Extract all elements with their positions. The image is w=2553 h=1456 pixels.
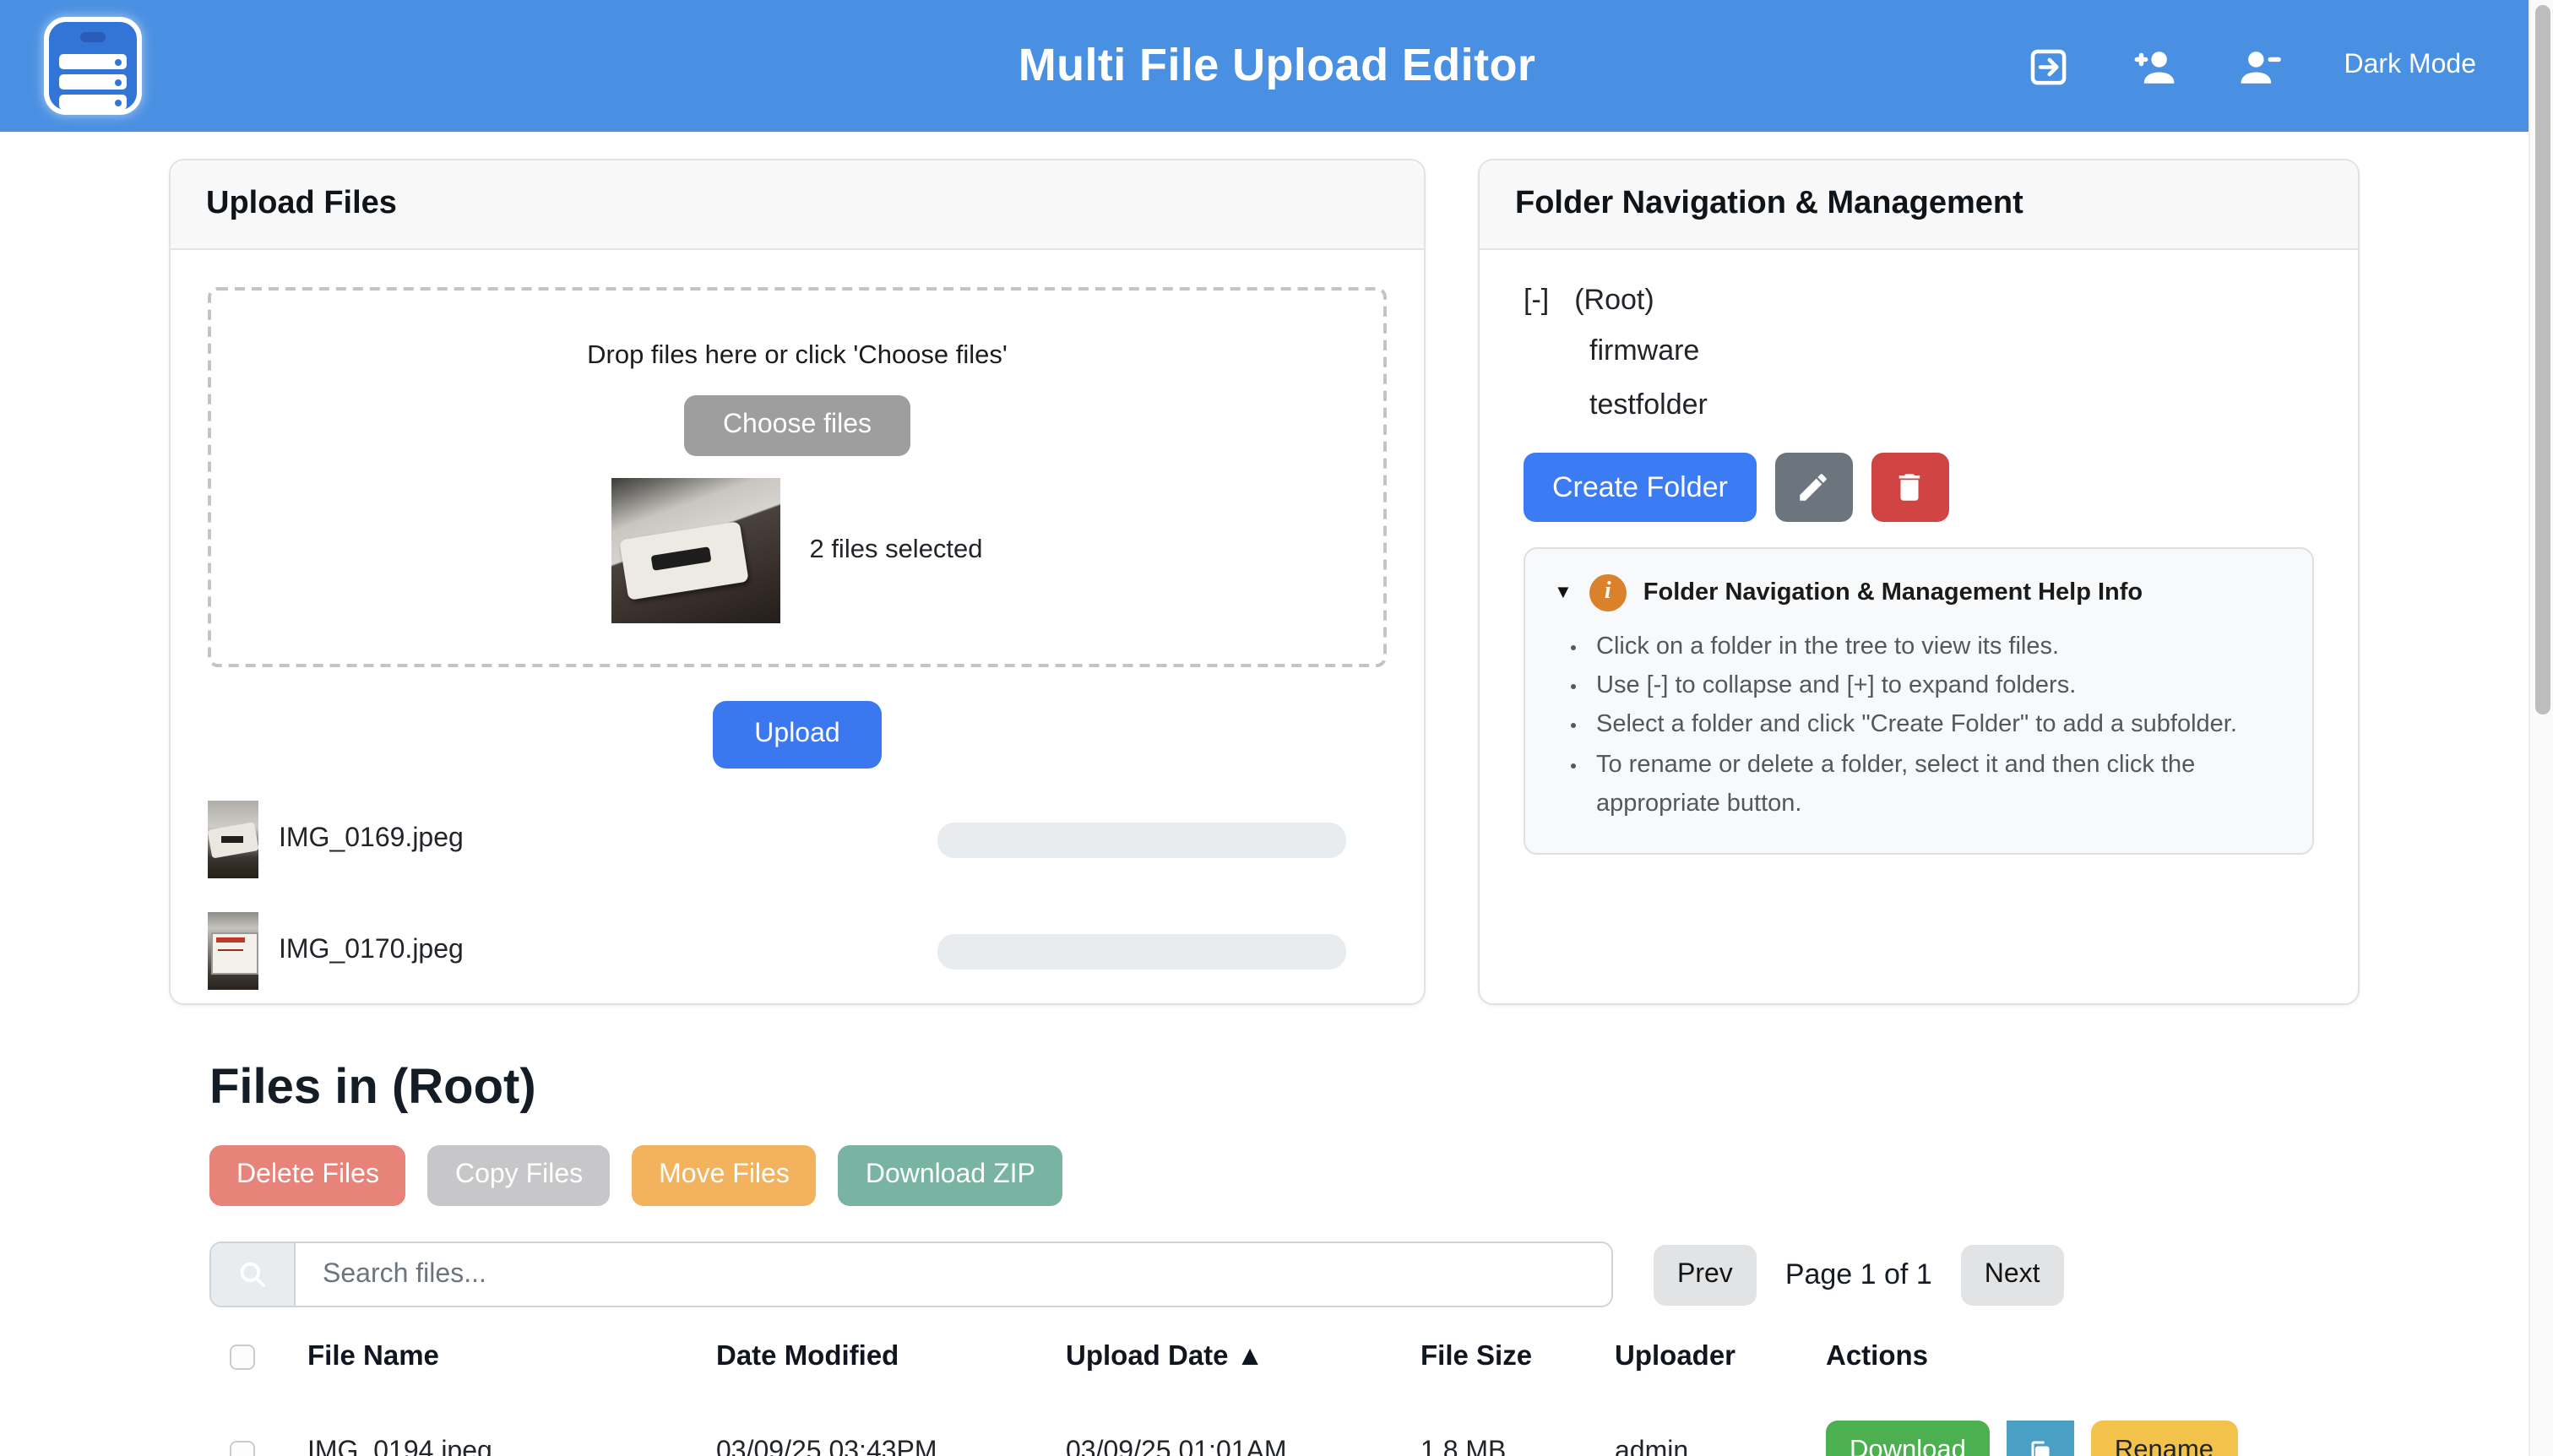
- page-title: Multi File Upload Editor: [1018, 40, 1536, 92]
- copy-file-button[interactable]: [2007, 1421, 2074, 1456]
- bulk-actions-row: Delete Files Copy Files Move Files Downl…: [209, 1145, 2553, 1206]
- header-actions: Dark Mode: [2025, 43, 2477, 89]
- trash-icon: [1893, 470, 1928, 505]
- pagination: Prev Page 1 of 1 Next: [1654, 1244, 2064, 1305]
- folder-help-box: ▼ i Folder Navigation & Management Help …: [1524, 547, 2314, 855]
- copy-icon: [2025, 1437, 2056, 1456]
- chevron-down-icon[interactable]: ▼: [1554, 583, 1573, 603]
- cell-date-modified: 03/09/25 03:43PM: [716, 1437, 1066, 1456]
- upload-progress-bar: [937, 933, 1346, 969]
- dropzone-instruction: Drop files here or click 'Choose files': [228, 341, 1366, 372]
- upload-button[interactable]: Upload: [712, 701, 882, 769]
- folder-tree: [-] (Root) firmware testfolder: [1524, 277, 2314, 432]
- help-bullet: Click on a folder in the tree to view it…: [1593, 628, 2284, 667]
- folder-tree-item-testfolder[interactable]: testfolder: [1524, 378, 2314, 432]
- rename-file-button[interactable]: Rename: [2091, 1421, 2237, 1456]
- next-page-button[interactable]: Next: [1961, 1244, 2064, 1305]
- help-bullet: Use [-] to collapse and [+] to expand fo…: [1593, 667, 2284, 706]
- cell-file-size: 1.8 MB: [1420, 1437, 1615, 1456]
- col-header-date-modified[interactable]: Date Modified: [716, 1341, 1066, 1373]
- file-search-group: [209, 1241, 1613, 1307]
- upload-card-title: Upload Files: [171, 160, 1424, 250]
- delete-files-button[interactable]: Delete Files: [209, 1145, 406, 1206]
- col-header-upload-date-sorted[interactable]: Upload Date ▲: [1066, 1341, 1420, 1373]
- page-scrollbar[interactable]: [2529, 0, 2553, 1456]
- help-bullet: Select a folder and click "Create Folder…: [1593, 707, 2284, 746]
- help-bullet: To rename or delete a folder, select it …: [1593, 746, 2284, 824]
- app-root: Multi File Upload Editor Dark Mode: [0, 0, 2553, 1456]
- prev-page-button[interactable]: Prev: [1654, 1244, 1757, 1305]
- pending-file-name: IMG_0169.jpeg: [279, 824, 464, 855]
- selected-file-preview-image: [611, 478, 780, 623]
- upload-progress-bar: [937, 822, 1346, 857]
- row-actions: Download Rename: [1826, 1421, 2355, 1456]
- copy-files-button[interactable]: Copy Files: [428, 1145, 610, 1206]
- download-file-button[interactable]: Download: [1826, 1421, 1990, 1456]
- pending-file-name: IMG_0170.jpeg: [279, 936, 464, 966]
- login-icon[interactable]: [2025, 43, 2071, 89]
- folder-help-bullets: Click on a folder in the tree to view it…: [1554, 628, 2284, 824]
- page-status: Page 1 of 1: [1785, 1258, 1932, 1291]
- files-table: File Name Date Modified Upload Date ▲ Fi…: [209, 1328, 2355, 1456]
- col-header-actions: Actions: [1826, 1341, 2355, 1373]
- folder-tree-root[interactable]: [-] (Root): [1524, 277, 2314, 324]
- search-input[interactable]: [296, 1243, 1611, 1306]
- folder-tree-item-firmware[interactable]: firmware: [1524, 324, 2314, 378]
- pencil-icon: [1796, 470, 1832, 505]
- cell-upload-date: 03/09/25 01:01AM: [1066, 1437, 1420, 1456]
- file-dropzone[interactable]: Drop files here or click 'Choose files' …: [208, 287, 1387, 667]
- col-header-file-size[interactable]: File Size: [1420, 1341, 1615, 1373]
- info-icon: i: [1589, 574, 1627, 611]
- col-header-file-name[interactable]: File Name: [307, 1341, 716, 1373]
- create-folder-button[interactable]: Create Folder: [1524, 453, 1757, 522]
- scrollbar-thumb[interactable]: [2534, 5, 2550, 714]
- col-header-uploader[interactable]: Uploader: [1615, 1341, 1826, 1373]
- files-table-header: File Name Date Modified Upload Date ▲ Fi…: [209, 1328, 2355, 1383]
- tree-collapse-toggle[interactable]: [-]: [1524, 284, 1549, 318]
- remove-user-icon[interactable]: [2238, 43, 2284, 89]
- selected-files-count: 2 files selected: [809, 535, 982, 566]
- cell-uploader: admin: [1615, 1437, 1826, 1456]
- select-all-checkbox[interactable]: [230, 1345, 255, 1370]
- download-zip-button[interactable]: Download ZIP: [839, 1145, 1062, 1206]
- search-icon: [235, 1257, 270, 1292]
- upload-files-card: Upload Files Drop files here or click 'C…: [169, 159, 1426, 1005]
- app-header: Multi File Upload Editor Dark Mode: [0, 0, 2553, 132]
- files-section: Files in (Root) Delete Files Copy Files …: [0, 1005, 2553, 1456]
- cards-row: Upload Files Drop files here or click 'C…: [0, 132, 2553, 1005]
- pending-file-row: IMG_0170.jpeg: [208, 907, 1387, 995]
- pending-upload-list: IMG_0169.jpeg IMG_0170.jpeg: [208, 796, 1387, 995]
- row-checkbox[interactable]: [230, 1440, 255, 1456]
- pending-file-row: IMG_0169.jpeg: [208, 796, 1387, 883]
- cell-file-name: IMG_0194.jpeg: [307, 1437, 716, 1456]
- pending-file-thumbnail: [208, 912, 258, 990]
- files-section-title: Files in (Root): [209, 1061, 2553, 1116]
- rename-folder-button[interactable]: [1775, 453, 1853, 522]
- app-logo-server-stack-icon: [44, 17, 142, 115]
- move-files-button[interactable]: Move Files: [632, 1145, 817, 1206]
- folder-help-title: Folder Navigation & Management Help Info: [1643, 579, 2143, 606]
- tree-root-label[interactable]: (Root): [1574, 284, 1654, 318]
- choose-files-button[interactable]: Choose files: [684, 395, 910, 456]
- delete-folder-button[interactable]: [1871, 453, 1949, 522]
- add-user-icon[interactable]: [2132, 43, 2177, 89]
- folder-navigation-card: Folder Navigation & Management [-] (Root…: [1478, 159, 2360, 1005]
- table-row: IMG_0194.jpeg 03/09/25 03:43PM 03/09/25 …: [209, 1383, 2355, 1456]
- pending-file-thumbnail: [208, 801, 258, 878]
- folder-help-header[interactable]: ▼ i Folder Navigation & Management Help …: [1554, 574, 2284, 611]
- dark-mode-toggle[interactable]: Dark Mode: [2344, 51, 2477, 81]
- folder-card-title: Folder Navigation & Management: [1480, 160, 2358, 250]
